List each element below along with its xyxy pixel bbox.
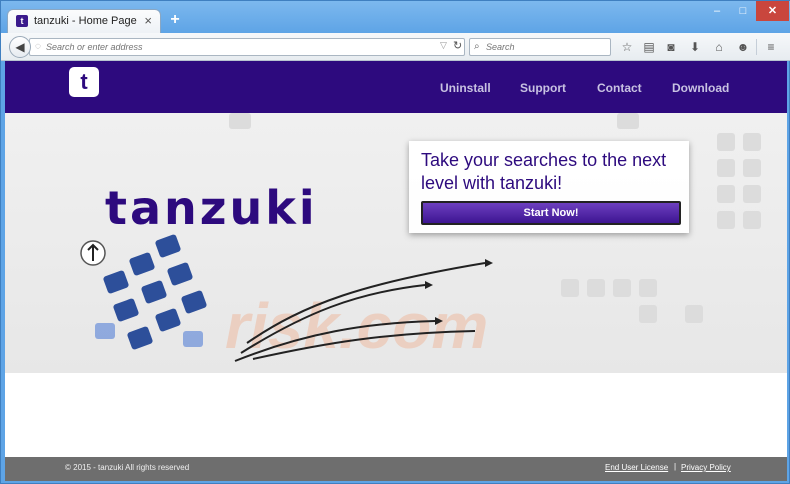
decor-tile: [587, 279, 605, 297]
bookmark-star-icon[interactable]: ☆: [619, 39, 635, 55]
home-icon[interactable]: ⌂: [711, 39, 727, 55]
site-header: t Uninstall Support Contact Download: [5, 61, 787, 113]
brand-wordmark: tanzuki: [105, 181, 318, 235]
bookmarks-list-icon[interactable]: ▤: [641, 39, 657, 55]
decor-tile: [717, 185, 735, 203]
decor-tile: [639, 305, 657, 323]
decor-tile: [561, 279, 579, 297]
decor-tile: [229, 113, 251, 129]
eula-link[interactable]: End User License: [605, 463, 668, 472]
navigation-toolbar: ◌ ▽ ↻ ◀ ⌕ ☆ ▤ ◙ ⬇ ⌂ ☻ ≡: [1, 33, 790, 61]
decor-tile: [743, 133, 761, 151]
decor-tile: [617, 113, 639, 129]
decor-tile: [743, 159, 761, 177]
toolbar-divider: [756, 39, 757, 55]
url-dropdown-icon[interactable]: ▽: [440, 40, 447, 51]
hero-banner: risk.com tanzuki Take your searches to t…: [5, 113, 787, 373]
search-bar[interactable]: ⌕: [469, 38, 611, 56]
tab-title: tanzuki - Home Page: [34, 15, 137, 27]
decor-tile: [639, 279, 657, 297]
maximize-button[interactable]: □: [730, 1, 756, 21]
start-now-button[interactable]: Start Now!: [421, 201, 681, 225]
url-bar[interactable]: ◌ ▽ ↻: [29, 38, 465, 56]
decor-tile: [743, 211, 761, 229]
decor-tile: [613, 279, 631, 297]
nav-support[interactable]: Support: [520, 81, 566, 95]
tab-strip: t tanzuki - Home Page × + – □ ✕: [1, 1, 790, 33]
decor-tile: [685, 305, 703, 323]
minimize-button[interactable]: –: [704, 1, 730, 21]
privacy-policy-link[interactable]: Privacy Policy: [681, 463, 731, 472]
cta-panel: Take your searches to the next level wit…: [409, 141, 689, 233]
decor-tile: [717, 133, 735, 151]
decor-tile: [743, 185, 761, 203]
nav-uninstall[interactable]: Uninstall: [440, 81, 491, 95]
site-favicon-icon: t: [16, 15, 28, 27]
close-window-button[interactable]: ✕: [756, 1, 789, 21]
site-footer: © 2015 - tanzuki All rights reserved End…: [5, 457, 787, 481]
back-button[interactable]: ◀: [9, 36, 31, 58]
hero-illustration: [80, 234, 493, 362]
decor-tile: [717, 211, 735, 229]
close-tab-icon[interactable]: ×: [144, 13, 152, 28]
nav-download[interactable]: Download: [672, 81, 729, 95]
menu-icon[interactable]: ≡: [763, 39, 779, 55]
url-input[interactable]: [46, 40, 446, 54]
site-logo[interactable]: t: [69, 67, 99, 97]
web-page: t Uninstall Support Contact Download ris…: [5, 61, 787, 481]
search-icon: ⌕: [474, 41, 480, 52]
footer-separator: |: [674, 462, 677, 471]
reload-icon[interactable]: ↻: [453, 39, 462, 52]
globe-icon: ◌: [35, 41, 41, 52]
download-icon[interactable]: ⬇: [687, 39, 703, 55]
cta-headline: Take your searches to the next level wit…: [421, 150, 667, 193]
chat-icon[interactable]: ☻: [735, 39, 751, 55]
decor-tile: [717, 159, 735, 177]
copyright-text: © 2015 - tanzuki All rights reserved: [65, 463, 190, 472]
tab-home[interactable]: t tanzuki - Home Page ×: [7, 9, 161, 33]
browser-window: t tanzuki - Home Page × + – □ ✕ ◌ ▽ ↻ ◀ …: [0, 0, 790, 484]
new-tab-button[interactable]: +: [167, 11, 183, 29]
pocket-icon[interactable]: ◙: [663, 39, 679, 55]
nav-contact[interactable]: Contact: [597, 81, 642, 95]
search-input[interactable]: [486, 40, 606, 54]
